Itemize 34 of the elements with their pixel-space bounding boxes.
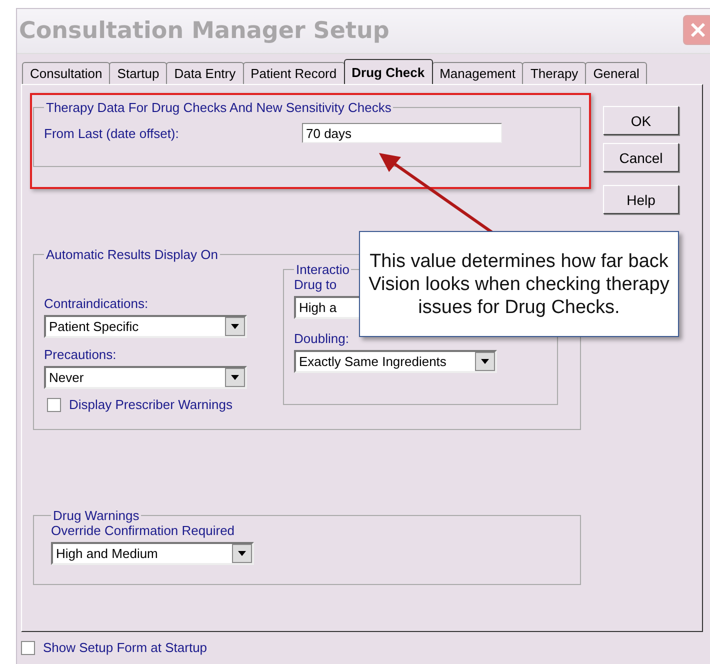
checkbox-label: Show Setup Form at Startup: [43, 640, 208, 655]
checkbox[interactable]: [21, 640, 35, 654]
field-label: Precautions:: [44, 347, 118, 362]
close-button[interactable]: [683, 15, 710, 45]
callout-text: This value determines how far back Vision looks when checking therapy issues for Drug Checks.: [368, 250, 670, 318]
field-label: Doubling:: [294, 331, 349, 346]
tab[interactable]: Startup: [109, 62, 168, 84]
field-label: Contraindications:: [44, 296, 150, 311]
doubling-dropdown[interactable]: Exactly Same Ingredients: [294, 350, 497, 373]
override-dropdown[interactable]: High and Medium: [51, 542, 254, 565]
tab[interactable]: Therapy: [522, 62, 586, 84]
tab[interactable]: General: [585, 62, 648, 84]
tab[interactable]: Drug Check: [344, 59, 433, 84]
dialog-button[interactable]: Help: [603, 185, 679, 214]
field-label: Override Confirmation Required: [51, 523, 236, 538]
field-label: Drug to: [294, 277, 337, 292]
tab[interactable]: Management: [432, 62, 524, 84]
tab[interactable]: Consultation: [22, 62, 110, 84]
field-label: From Last (date offset):: [44, 126, 180, 140]
dialog-button[interactable]: OK: [603, 106, 679, 135]
dialog-button[interactable]: Cancel: [603, 143, 679, 172]
group-title: Automatic Results Display On: [45, 247, 219, 262]
tab[interactable]: Data Entry: [166, 62, 244, 84]
date-offset-field[interactable]: 70 days: [302, 123, 502, 143]
checkbox[interactable]: [47, 398, 61, 412]
group-title: Therapy Data For Drug Checks And New Sensitivity Checks: [45, 100, 392, 115]
close-icon: [689, 21, 707, 39]
drug-to-dropdown[interactable]: High a: [294, 296, 359, 319]
window-title: Consultation Manager Setup: [19, 18, 390, 44]
group-title: Interactio: [295, 262, 350, 277]
checkbox-label: Display Prescriber Warnings: [69, 397, 233, 412]
contraindications-dropdown[interactable]: Patient Specific: [44, 315, 247, 338]
precautions-dropdown[interactable]: Never: [44, 366, 247, 389]
group-title: Drug Warnings: [52, 508, 140, 523]
